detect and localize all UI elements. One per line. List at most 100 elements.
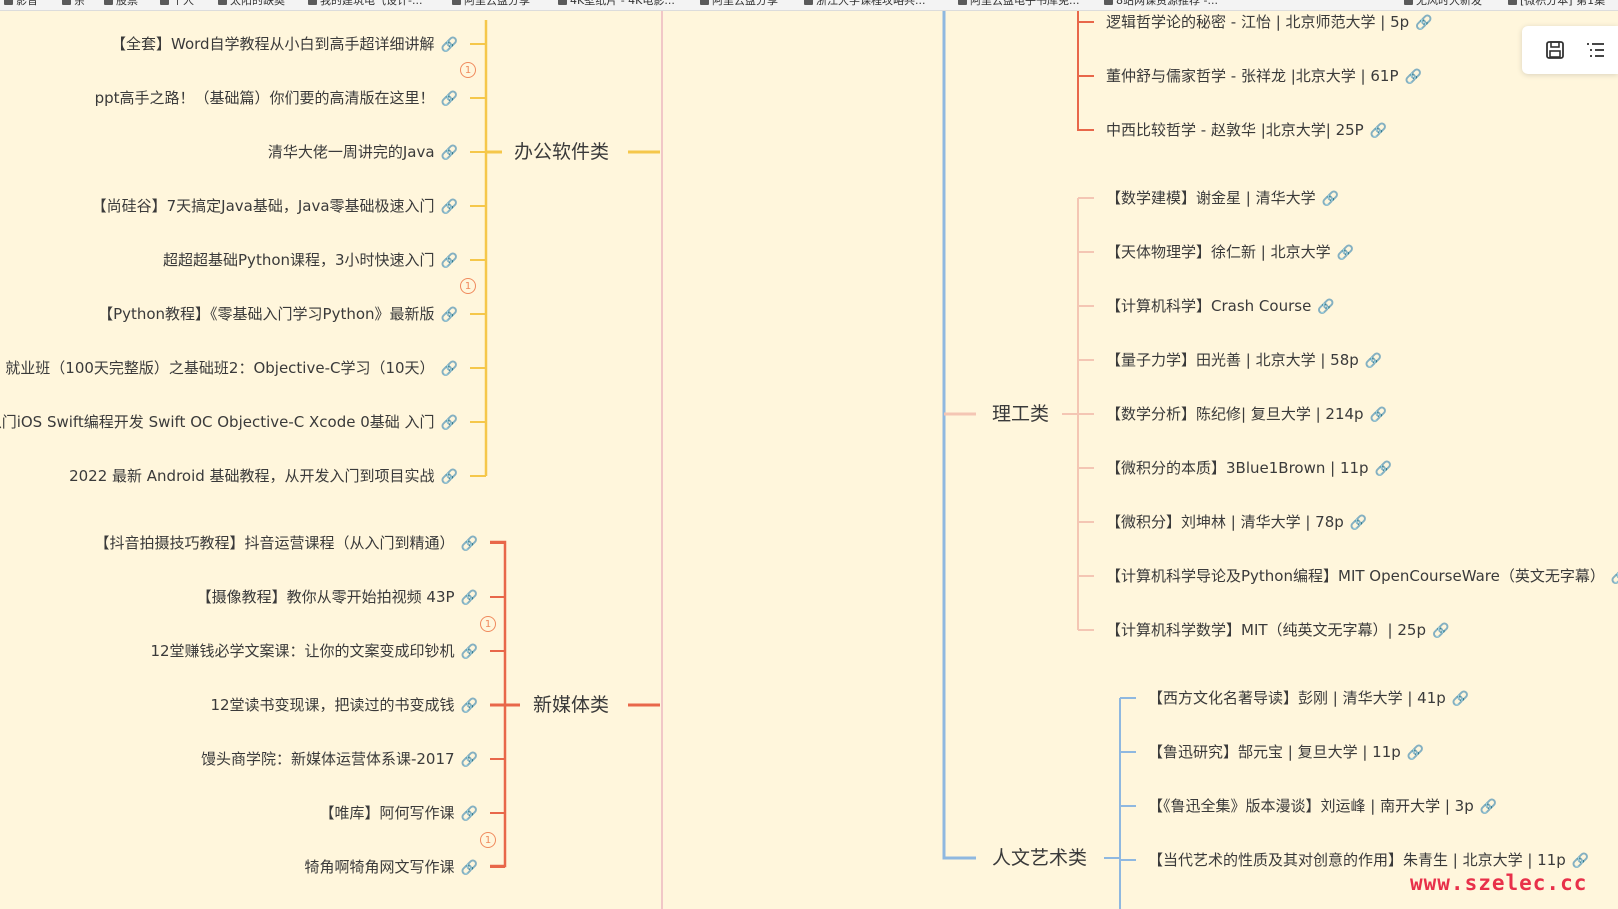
link-icon[interactable]: 🔗 xyxy=(441,91,458,107)
link-icon[interactable]: 🔗 xyxy=(1317,299,1334,315)
course-item[interactable]: 就业班（100天完整版）之基础班2：Objective-C学习（10天） 🔗 xyxy=(5,358,458,379)
outline-icon[interactable] xyxy=(1584,39,1606,61)
link-icon[interactable]: 🔗 xyxy=(1407,745,1424,761)
course-item[interactable]: 【当代艺术的性质及其对创意的作用】朱青生 | 北京大学 | 11p 🔗 xyxy=(1148,850,1589,871)
link-icon[interactable]: 🔗 xyxy=(1322,191,1339,207)
course-item[interactable]: 犄角啊犄角网文写作课 🔗 xyxy=(305,857,478,878)
link-icon[interactable]: 🔗 xyxy=(1611,569,1618,585)
course-item[interactable]: 清华大佬一周讲完的Java 🔗 xyxy=(268,142,458,163)
save-icon[interactable] xyxy=(1544,39,1566,61)
link-icon[interactable]: 🔗 xyxy=(1370,123,1387,139)
course-item[interactable]: 【数学建模】谢金星 | 清华大学 🔗 xyxy=(1106,188,1339,209)
bookmark-item[interactable]: 影音 xyxy=(4,0,38,8)
bookmark-label: 8站网课资源推荐 -... xyxy=(1116,0,1218,7)
link-icon[interactable]: 🔗 xyxy=(1432,623,1449,639)
link-icon[interactable]: 🔗 xyxy=(1452,691,1469,707)
link-icon[interactable]: 🔗 xyxy=(1337,245,1354,261)
course-item[interactable]: 【天体物理学】徐仁新 | 北京大学 🔗 xyxy=(1106,242,1354,263)
bookmark-item[interactable]: 4K壁纸片 - 4K电影... xyxy=(558,0,675,8)
folder-icon xyxy=(104,0,113,5)
bookmark-item[interactable]: 阿里云盘分享 xyxy=(700,0,778,8)
collapsed-count-badge[interactable]: 1 xyxy=(460,278,476,294)
link-icon[interactable]: 🔗 xyxy=(461,752,478,768)
course-item[interactable]: 【量子力学】田光善 | 北京大学 | 58p 🔗 xyxy=(1106,350,1382,371)
course-item[interactable]: 入门iOS Swift编程开发 Swift OC Objective-C Xco… xyxy=(0,412,458,433)
collapsed-count-badge[interactable]: 1 xyxy=(460,62,476,78)
bookmark-item[interactable]: 无风时大新发 xyxy=(1404,0,1482,8)
course-title: 【摄像教程】教你从零开始拍视频 43P xyxy=(196,588,455,606)
course-title: 【量子力学】田光善 | 北京大学 | 58p xyxy=(1106,351,1359,369)
course-item[interactable]: 中西比较哲学 - 赵敦华 |北京大学| 25P 🔗 xyxy=(1106,120,1387,141)
bookmark-label: [微积分本] 第1集 xyxy=(1520,0,1606,7)
course-item[interactable]: 【《鲁迅全集》版本漫谈】刘运峰 | 南开大学 | 3p 🔗 xyxy=(1148,796,1497,817)
course-item[interactable]: 董仲舒与儒家哲学 - 张祥龙 |北京大学 | 61P 🔗 xyxy=(1106,66,1422,87)
link-icon[interactable]: 🔗 xyxy=(441,361,458,377)
course-item[interactable]: 【抖音拍摄技巧教程】抖音运营课程（从入门到精通） 🔗 xyxy=(95,533,478,554)
category-science[interactable]: 理工类 xyxy=(992,402,1049,426)
course-title: 【全套】Word自学教程从小白到高手超详细讲解 xyxy=(111,35,435,53)
course-item[interactable]: 【全套】Word自学教程从小白到高手超详细讲解 🔗 xyxy=(111,34,458,55)
link-icon[interactable]: 🔗 xyxy=(1405,69,1422,85)
bookmark-label: 阿里云盘分享 xyxy=(464,0,530,7)
course-item[interactable]: 【尚硅谷】7天搞定Java基础，Java零基础极速入门 🔗 xyxy=(92,196,458,217)
collapsed-count-badge[interactable]: 1 xyxy=(480,616,496,632)
category-humanities[interactable]: 人文艺术类 xyxy=(992,846,1087,870)
link-icon[interactable]: 🔗 xyxy=(461,860,478,876)
course-item[interactable]: 【计算机科学数学】MIT（纯英文无字幕）| 25p 🔗 xyxy=(1106,620,1449,641)
link-icon[interactable]: 🔗 xyxy=(441,469,458,485)
bookmark-item[interactable]: [微积分本] 第1集 xyxy=(1508,0,1605,8)
course-item[interactable]: 【Python教程】《零基础入门学习Python》最新版 🔗 xyxy=(98,304,458,325)
bookmark-item[interactable]: 个人 xyxy=(160,0,194,8)
course-item[interactable]: 12堂读书变现课，把读过的书变成钱 🔗 xyxy=(210,695,478,716)
course-item[interactable]: 【计算机科学】Crash Course 🔗 xyxy=(1106,296,1335,317)
bookmark-item[interactable]: 浙江大学课程攻略共... xyxy=(804,0,926,8)
collapsed-count-badge[interactable]: 1 xyxy=(480,832,496,848)
link-icon[interactable]: 🔗 xyxy=(461,698,478,714)
course-item[interactable]: 【鲁迅研究】郜元宝 | 复旦大学 | 11p 🔗 xyxy=(1148,742,1424,763)
course-item[interactable]: 【微积分的本质】3Blue1Brown | 11p 🔗 xyxy=(1106,458,1392,479)
course-item[interactable]: 【数学分析】陈纪修| 复旦大学 | 214p 🔗 xyxy=(1106,404,1387,425)
link-icon[interactable]: 🔗 xyxy=(1572,853,1589,869)
course-item[interactable]: 2022 最新 Android 基础教程，从开发入门到项目实战 🔗 xyxy=(69,466,458,487)
link-icon[interactable]: 🔗 xyxy=(441,199,458,215)
course-item[interactable]: ppt高手之路！（基础篇）你们要的高清版在这里！ 🔗 xyxy=(95,88,458,109)
category-office[interactable]: 办公软件类 xyxy=(514,140,609,164)
course-item[interactable]: 超超超基础Python课程，3小时快速入门 🔗 xyxy=(163,250,458,271)
bookmark-item[interactable]: 8站网课资源推荐 -... xyxy=(1104,0,1218,8)
bookmark-item[interactable]: 余 xyxy=(62,0,85,8)
link-icon[interactable]: 🔗 xyxy=(461,536,478,552)
course-item[interactable]: 【摄像教程】教你从零开始拍视频 43P 🔗 xyxy=(197,587,478,608)
bookmark-label: 阿里云盘电子书库免... xyxy=(970,0,1080,7)
bookmark-item[interactable]: 阿里云盘分享 xyxy=(452,0,530,8)
link-icon[interactable]: 🔗 xyxy=(1375,461,1392,477)
link-icon[interactable]: 🔗 xyxy=(1365,353,1382,369)
course-item[interactable]: 馒头商学院：新媒体运营体系课-2017 🔗 xyxy=(201,749,478,770)
bookmark-item[interactable]: 太阳的缺奥 xyxy=(218,0,285,8)
link-icon[interactable]: 🔗 xyxy=(441,415,458,431)
bookmark-item[interactable]: 股票 xyxy=(104,0,138,8)
course-title: 【唯库】阿何写作课 xyxy=(319,804,455,822)
link-icon[interactable]: 🔗 xyxy=(461,806,478,822)
link-icon[interactable]: 🔗 xyxy=(461,644,478,660)
link-icon[interactable]: 🔗 xyxy=(1350,515,1367,531)
category-new-media[interactable]: 新媒体类 xyxy=(533,693,609,717)
course-item[interactable]: 【西方文化名著导读】彭刚 | 清华大学 | 41p 🔗 xyxy=(1148,688,1469,709)
bookmark-item[interactable]: 阿里云盘电子书库免... xyxy=(958,0,1080,8)
course-item[interactable]: 【微积分】刘坤林 | 清华大学 | 78p 🔗 xyxy=(1106,512,1367,533)
course-item[interactable]: 逻辑哲学论的秘密 - 江怡 | 北京师范大学 | 5p 🔗 xyxy=(1106,12,1433,33)
link-icon[interactable]: 🔗 xyxy=(441,145,458,161)
bookmark-item[interactable]: 我的建筑电气设计-... xyxy=(308,0,422,8)
course-item[interactable]: 【计算机科学导论及Python编程】MIT OpenCourseWare（英文无… xyxy=(1106,566,1618,587)
link-icon[interactable]: 🔗 xyxy=(1370,407,1387,423)
link-icon[interactable]: 🔗 xyxy=(441,307,458,323)
bookmark-label: 无风时大新发 xyxy=(1416,0,1482,7)
link-icon[interactable]: 🔗 xyxy=(461,590,478,606)
link-icon[interactable]: 🔗 xyxy=(1480,799,1497,815)
course-item[interactable]: 12堂赚钱必学文案课：让你的文案变成印钞机 🔗 xyxy=(150,641,478,662)
link-icon[interactable]: 🔗 xyxy=(1415,15,1432,31)
course-title: 董仲舒与儒家哲学 - 张祥龙 |北京大学 | 61P xyxy=(1106,67,1399,85)
mindmap-canvas[interactable]: 办公软件类 新媒体类 理工类 人文艺术类 【全套】Word自学教程从小白到高手超… xyxy=(0,0,1618,909)
course-item[interactable]: 【唯库】阿何写作课 🔗 xyxy=(320,803,478,824)
link-icon[interactable]: 🔗 xyxy=(441,37,458,53)
link-icon[interactable]: 🔗 xyxy=(441,253,458,269)
